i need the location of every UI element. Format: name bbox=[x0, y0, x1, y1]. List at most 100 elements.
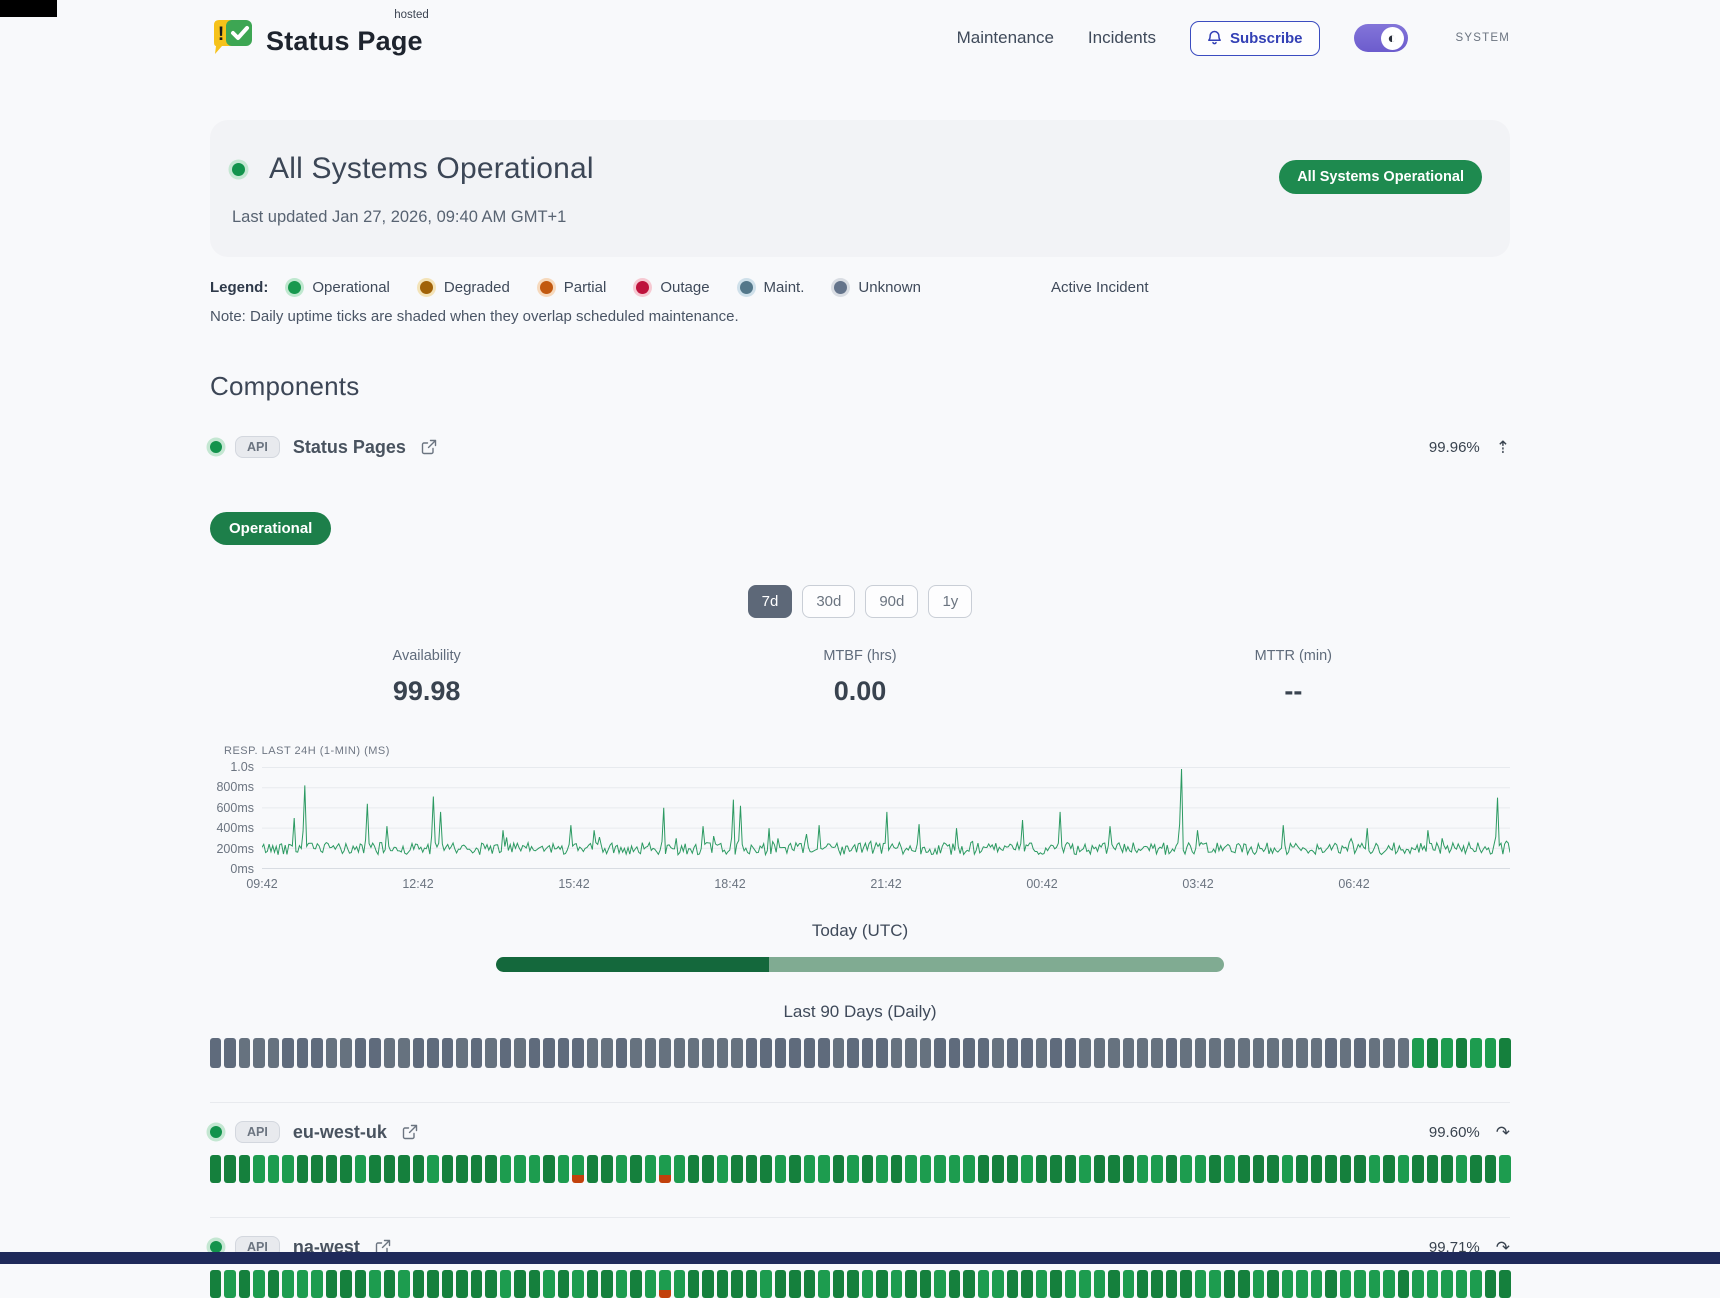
uptime-day-tick[interactable] bbox=[456, 1270, 467, 1298]
uptime-day-tick[interactable] bbox=[645, 1155, 656, 1183]
uptime-day-tick[interactable] bbox=[804, 1270, 815, 1298]
uptime-day-tick[interactable] bbox=[920, 1270, 931, 1298]
uptime-day-tick[interactable] bbox=[688, 1038, 699, 1068]
uptime-day-tick[interactable] bbox=[645, 1038, 656, 1068]
uptime-day-tick[interactable] bbox=[905, 1155, 916, 1183]
uptime-day-tick[interactable] bbox=[949, 1155, 960, 1183]
range-30d[interactable]: 30d bbox=[802, 585, 855, 618]
uptime-day-tick[interactable] bbox=[1427, 1155, 1438, 1183]
range-7d[interactable]: 7d bbox=[748, 585, 793, 618]
uptime-day-tick[interactable] bbox=[818, 1155, 829, 1183]
uptime-day-tick[interactable] bbox=[659, 1155, 670, 1183]
uptime-day-tick[interactable] bbox=[297, 1270, 308, 1298]
uptime-day-tick[interactable] bbox=[920, 1038, 931, 1068]
uptime-day-tick[interactable] bbox=[876, 1270, 887, 1298]
uptime-day-tick[interactable] bbox=[1166, 1270, 1177, 1298]
uptime-day-tick[interactable] bbox=[1456, 1038, 1467, 1068]
uptime-day-tick[interactable] bbox=[1441, 1270, 1452, 1298]
uptime-day-tick[interactable] bbox=[731, 1038, 742, 1068]
uptime-day-tick[interactable] bbox=[601, 1038, 612, 1068]
uptime-day-tick[interactable] bbox=[833, 1270, 844, 1298]
uptime-day-tick[interactable] bbox=[1224, 1038, 1235, 1068]
uptime-day-tick[interactable] bbox=[1412, 1270, 1423, 1298]
uptime-day-tick[interactable] bbox=[514, 1155, 525, 1183]
nav-maintenance[interactable]: Maintenance bbox=[957, 28, 1054, 48]
uptime-day-tick[interactable] bbox=[1137, 1038, 1148, 1068]
uptime-day-tick[interactable] bbox=[978, 1038, 989, 1068]
uptime-day-tick[interactable] bbox=[1065, 1038, 1076, 1068]
uptime-day-tick[interactable] bbox=[326, 1038, 337, 1068]
uptime-day-tick[interactable] bbox=[818, 1038, 829, 1068]
uptime-day-tick[interactable] bbox=[905, 1038, 916, 1068]
uptime-day-tick[interactable] bbox=[1021, 1270, 1032, 1298]
uptime-day-tick[interactable] bbox=[876, 1155, 887, 1183]
uptime-day-tick[interactable] bbox=[862, 1270, 873, 1298]
uptime-day-tick[interactable] bbox=[1311, 1038, 1322, 1068]
uptime-day-tick[interactable] bbox=[485, 1270, 496, 1298]
uptime-day-tick[interactable] bbox=[659, 1270, 670, 1298]
uptime-day-tick[interactable] bbox=[630, 1155, 641, 1183]
uptime-day-tick[interactable] bbox=[1485, 1155, 1496, 1183]
uptime-day-tick[interactable] bbox=[1036, 1038, 1047, 1068]
uptime-day-tick[interactable] bbox=[992, 1270, 1003, 1298]
uptime-day-tick[interactable] bbox=[1470, 1038, 1481, 1068]
uptime-day-tick[interactable] bbox=[1296, 1038, 1307, 1068]
theme-toggle[interactable]: ◐ bbox=[1354, 24, 1408, 52]
uptime-day-tick[interactable] bbox=[1499, 1038, 1510, 1068]
uptime-day-tick[interactable] bbox=[1065, 1155, 1076, 1183]
uptime-day-tick[interactable] bbox=[1325, 1270, 1336, 1298]
uptime-day-tick[interactable] bbox=[949, 1270, 960, 1298]
uptime-day-tick[interactable] bbox=[1282, 1155, 1293, 1183]
uptime-day-tick[interactable] bbox=[398, 1155, 409, 1183]
uptime-day-tick[interactable] bbox=[326, 1270, 337, 1298]
uptime-day-tick[interactable] bbox=[731, 1270, 742, 1298]
uptime-day-tick[interactable] bbox=[1238, 1155, 1249, 1183]
uptime-day-tick[interactable] bbox=[514, 1270, 525, 1298]
range-1y[interactable]: 1y bbox=[928, 585, 972, 618]
uptime-day-tick[interactable] bbox=[949, 1038, 960, 1068]
uptime-day-tick[interactable] bbox=[775, 1038, 786, 1068]
uptime-day-tick[interactable] bbox=[760, 1270, 771, 1298]
uptime-day-tick[interactable] bbox=[442, 1155, 453, 1183]
uptime-day-tick[interactable] bbox=[340, 1038, 351, 1068]
uptime-day-tick[interactable] bbox=[1485, 1270, 1496, 1298]
uptime-day-tick[interactable] bbox=[616, 1038, 627, 1068]
uptime-day-tick[interactable] bbox=[818, 1270, 829, 1298]
uptime-day-tick[interactable] bbox=[1398, 1038, 1409, 1068]
uptime-day-tick[interactable] bbox=[891, 1155, 902, 1183]
uptime-day-tick[interactable] bbox=[1108, 1270, 1119, 1298]
uptime-day-tick[interactable] bbox=[529, 1038, 540, 1068]
uptime-day-tick[interactable] bbox=[1267, 1155, 1278, 1183]
uptime-day-tick[interactable] bbox=[1180, 1038, 1191, 1068]
uptime-day-tick[interactable] bbox=[268, 1270, 279, 1298]
uptime-day-tick[interactable] bbox=[804, 1155, 815, 1183]
brand-logo[interactable]: ! Status Page hosted bbox=[210, 17, 423, 59]
uptime-day-tick[interactable] bbox=[500, 1270, 511, 1298]
uptime-day-tick[interactable] bbox=[398, 1038, 409, 1068]
uptime-day-tick[interactable] bbox=[963, 1270, 974, 1298]
uptime-day-tick[interactable] bbox=[587, 1155, 598, 1183]
uptime-day-tick[interactable] bbox=[1325, 1038, 1336, 1068]
uptime-day-tick[interactable] bbox=[1050, 1270, 1061, 1298]
uptime-day-tick[interactable] bbox=[1036, 1270, 1047, 1298]
uptime-day-tick[interactable] bbox=[1195, 1155, 1206, 1183]
uptime-day-tick[interactable] bbox=[1094, 1155, 1105, 1183]
uptime-day-tick[interactable] bbox=[992, 1038, 1003, 1068]
uptime-day-tick[interactable] bbox=[558, 1038, 569, 1068]
uptime-day-tick[interactable] bbox=[311, 1270, 322, 1298]
uptime-day-tick[interactable] bbox=[1456, 1270, 1467, 1298]
uptime-day-tick[interactable] bbox=[1079, 1038, 1090, 1068]
uptime-day-tick[interactable] bbox=[355, 1038, 366, 1068]
uptime-day-tick[interactable] bbox=[992, 1155, 1003, 1183]
uptime-day-tick[interactable] bbox=[1427, 1038, 1438, 1068]
uptime-day-tick[interactable] bbox=[500, 1038, 511, 1068]
uptime-day-tick[interactable] bbox=[1123, 1038, 1134, 1068]
uptime-day-tick[interactable] bbox=[1108, 1038, 1119, 1068]
uptime-day-tick[interactable] bbox=[1311, 1270, 1322, 1298]
uptime-day-tick[interactable] bbox=[847, 1155, 858, 1183]
uptime-day-tick[interactable] bbox=[746, 1270, 757, 1298]
uptime-day-tick[interactable] bbox=[1108, 1155, 1119, 1183]
uptime-day-tick[interactable] bbox=[1282, 1270, 1293, 1298]
uptime-day-tick[interactable] bbox=[340, 1270, 351, 1298]
uptime-day-tick[interactable] bbox=[1441, 1155, 1452, 1183]
